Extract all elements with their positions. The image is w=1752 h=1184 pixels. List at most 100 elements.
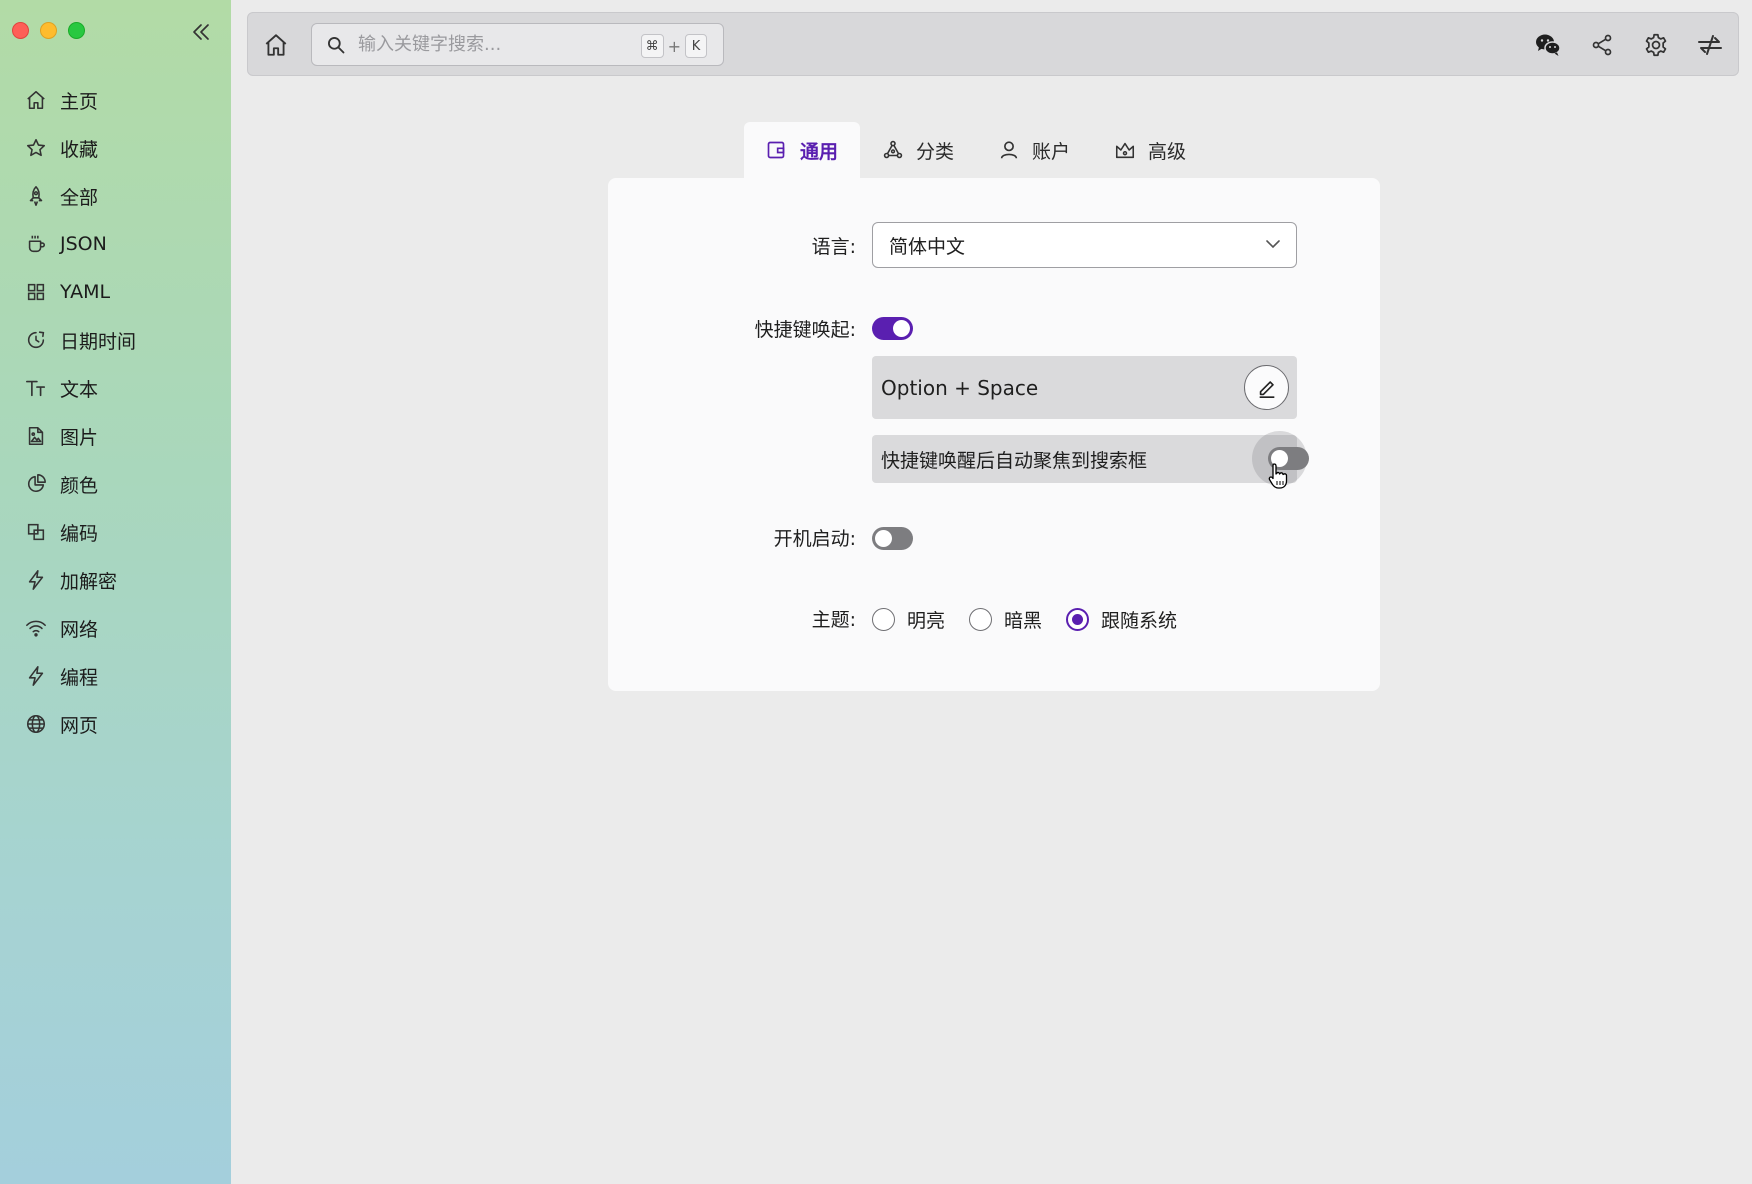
toggle-knob (893, 320, 910, 337)
sidebar-item-label: 网页 (60, 714, 99, 737)
sidebar-item-datetime[interactable]: 日期时间 (0, 316, 231, 364)
sidebar-item-label: 颜色 (60, 474, 99, 497)
tab-label: 分类 (916, 140, 955, 163)
tab-advanced[interactable]: 高级 (1092, 122, 1208, 178)
clock-icon (24, 328, 48, 352)
home-button[interactable] (260, 29, 292, 61)
radio-label: 暗黑 (1004, 610, 1043, 632)
user-icon (998, 139, 1020, 161)
image-file-icon (24, 424, 48, 448)
crown-icon (1114, 139, 1136, 161)
hotkey-combo: Option + Space (881, 375, 1039, 400)
tab-label: 高级 (1148, 140, 1187, 163)
sidebar-item-crypto[interactable]: 加解密 (0, 556, 231, 604)
autofocus-option: 快捷键唤醒后自动聚焦到搜索框 (872, 431, 1309, 486)
toggle-knob (875, 530, 892, 547)
radio-button[interactable] (969, 608, 993, 631)
pie-chart-icon (24, 472, 48, 496)
sidebar-item-home[interactable]: 主页 (0, 76, 231, 124)
gear-icon (1645, 33, 1667, 57)
hotkey-toggle[interactable] (872, 317, 913, 340)
tab-label: 账户 (1032, 140, 1071, 163)
bolt-icon (24, 664, 48, 688)
top-bar: ⌘ + K (247, 12, 1739, 76)
search-box[interactable]: ⌘ + K (311, 23, 724, 66)
copy-blocks-icon (24, 520, 48, 544)
wechat-button[interactable] (1530, 27, 1566, 63)
swap-button[interactable] (1692, 27, 1728, 63)
sidebar-item-yaml[interactable]: YAML (0, 268, 231, 316)
sidebar-item-label: 加解密 (60, 570, 118, 593)
sidebar-item-label: YAML (60, 281, 111, 303)
language-select[interactable]: 简体中文 (872, 222, 1297, 268)
wallet-icon (766, 139, 788, 161)
swap-arrows-icon (1698, 35, 1722, 55)
sidebar-item-label: 编程 (60, 666, 99, 689)
coffee-cup-icon (24, 232, 48, 256)
share-icon (1592, 34, 1612, 56)
sidebar-item-all[interactable]: 全部 (0, 172, 231, 220)
edit-hotkey-button[interactable] (1244, 365, 1289, 410)
double-chevron-left-icon (193, 24, 209, 40)
hotkey-label: 快捷键唤起: (754, 319, 856, 341)
tab-account[interactable]: 账户 (976, 122, 1092, 178)
window-controls (12, 22, 85, 39)
sidebar-item-json[interactable]: JSON (0, 220, 231, 268)
sidebar-item-web[interactable]: 网页 (0, 700, 231, 748)
tab-category[interactable]: 分类 (860, 122, 976, 178)
theme-option-light[interactable]: 明亮 (872, 606, 945, 633)
sidebar-item-label: 图片 (60, 426, 99, 449)
pencil-icon (1259, 380, 1274, 398)
grid-icon (24, 280, 48, 304)
tab-label: 通用 (800, 140, 839, 163)
sidebar-item-label: 文本 (60, 378, 99, 401)
shortcut-plus: + (667, 36, 681, 56)
top-actions (1530, 27, 1728, 63)
autostart-label: 开机启动: (773, 528, 856, 550)
globe-icon (24, 712, 48, 736)
search-input[interactable] (358, 34, 618, 55)
language-value: 简体中文 (889, 235, 966, 258)
sidebar-item-encoding[interactable]: 编码 (0, 508, 231, 556)
search-shortcut-hint: ⌘ + K (640, 34, 707, 58)
settings-button[interactable] (1638, 27, 1674, 63)
theme-option-system[interactable]: 跟随系统 (1066, 606, 1177, 633)
sidebar-nav: 主页 收藏 全部 JSON YAML 日期时间 文本 图片 颜色 编码 加解密 … (0, 76, 231, 748)
theme-label: 主题: (811, 609, 856, 631)
sidebar-item-network[interactable]: 网络 (0, 604, 231, 652)
nodes-icon (882, 139, 904, 161)
bolt-icon (24, 568, 48, 592)
radio-button[interactable] (1066, 608, 1090, 631)
chevron-down-icon (1266, 240, 1280, 249)
star-icon (24, 136, 48, 160)
sidebar-item-label: 收藏 (60, 138, 99, 161)
autostart-toggle[interactable] (872, 527, 913, 550)
theme-option-dark[interactable]: 暗黑 (969, 606, 1042, 633)
wifi-icon (24, 616, 48, 640)
collapse-sidebar-button[interactable] (186, 18, 216, 46)
sidebar-item-favorites[interactable]: 收藏 (0, 124, 231, 172)
maximize-window-button[interactable] (68, 22, 85, 39)
sidebar-item-label: JSON (60, 233, 107, 255)
autofocus-label: 快捷键唤醒后自动聚焦到搜索框 (881, 449, 1148, 472)
sidebar-item-text[interactable]: 文本 (0, 364, 231, 412)
wechat-icon (1536, 34, 1561, 56)
sidebar: 主页 收藏 全部 JSON YAML 日期时间 文本 图片 颜色 编码 加解密 … (0, 0, 231, 1184)
sidebar-item-programming[interactable]: 编程 (0, 652, 231, 700)
sidebar-item-image[interactable]: 图片 (0, 412, 231, 460)
sidebar-item-label: 网络 (60, 618, 99, 641)
share-button[interactable] (1584, 27, 1620, 63)
sidebar-item-color[interactable]: 颜色 (0, 460, 231, 508)
close-window-button[interactable] (12, 22, 29, 39)
sidebar-item-label: 主页 (60, 90, 99, 113)
sidebar-item-label: 编码 (60, 522, 99, 545)
hotkey-display: Option + Space (872, 356, 1297, 419)
language-label: 语言: (811, 236, 856, 258)
settings-tabs: 通用 分类 账户 高级 (744, 122, 1208, 178)
tab-general[interactable]: 通用 (744, 122, 861, 178)
search-icon (326, 34, 348, 56)
minimize-window-button[interactable] (40, 22, 57, 39)
radio-button[interactable] (872, 608, 895, 631)
sidebar-item-label: 日期时间 (60, 330, 137, 353)
sidebar-item-label: 全部 (60, 186, 99, 209)
